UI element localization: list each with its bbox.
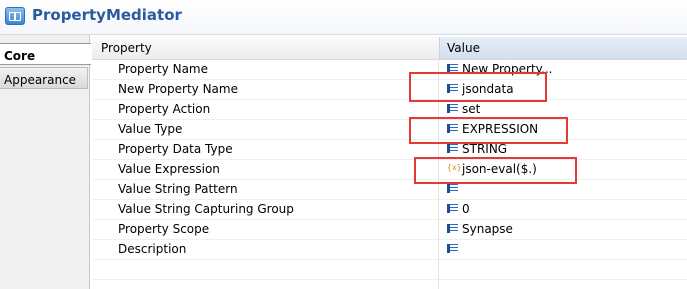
table-row[interactable]: Value Expression {x}json-eval($.) <box>92 160 687 180</box>
table-row[interactable]: Property Action set <box>92 100 687 120</box>
table-row[interactable]: Property Data Type STRING <box>92 140 687 160</box>
property-name-label: Property Data Type <box>118 142 233 156</box>
property-name-label: Value Type <box>118 122 183 136</box>
property-value-text: New Property... <box>462 62 553 76</box>
property-value-cell[interactable]: jsondata <box>447 82 514 96</box>
property-name-label: Description <box>118 242 187 256</box>
property-name-label: Value Expression <box>118 162 220 176</box>
table-row[interactable]: New Property Name jsondata <box>92 80 687 100</box>
property-value-text: jsondata <box>462 82 514 96</box>
table-header: Property Value <box>92 37 687 60</box>
property-name-label: Property Name <box>118 62 208 76</box>
property-name-label: Value String Pattern <box>118 182 238 196</box>
property-value-cell[interactable]: set <box>447 102 480 116</box>
table-row[interactable]: Value Type EXPRESSION <box>92 120 687 140</box>
window-title: PropertyMediator <box>32 6 182 24</box>
property-value-text: Synapse <box>462 222 513 236</box>
table-row[interactable]: Value String Pattern <box>92 180 687 200</box>
column-header-property[interactable]: Property <box>101 41 152 55</box>
expression-icon: {x} <box>447 162 462 172</box>
title-bar: PropertyMediator <box>0 0 687 35</box>
list-icon <box>447 104 458 113</box>
properties-table: Property Value Property Name New Propert… <box>92 37 687 289</box>
property-name-label: Value String Capturing Group <box>118 202 294 216</box>
property-value-text: EXPRESSION <box>462 122 539 136</box>
list-icon <box>447 144 458 153</box>
column-divider <box>438 58 439 289</box>
column-header-value[interactable]: Value <box>439 37 687 59</box>
property-value-cell[interactable]: {x}json-eval($.) <box>447 162 537 176</box>
table-row-empty <box>92 260 687 280</box>
property-value-text: set <box>462 102 481 116</box>
tab-sidebar: Core Appearance <box>0 35 91 289</box>
tab-core[interactable]: Core <box>0 43 91 65</box>
property-name-label: Property Action <box>118 102 211 116</box>
list-icon <box>447 184 458 193</box>
list-icon <box>447 204 458 213</box>
property-value-cell[interactable]: EXPRESSION <box>447 122 538 136</box>
table-row[interactable]: Property Scope Synapse <box>92 220 687 240</box>
property-value-text: 0 <box>462 202 470 216</box>
list-icon <box>447 224 458 233</box>
property-name-label: New Property Name <box>118 82 238 96</box>
table-row[interactable]: Description <box>92 240 687 260</box>
table-row[interactable]: Property Name New Property... <box>92 60 687 80</box>
list-icon <box>447 244 458 253</box>
property-value-cell[interactable]: 0 <box>447 202 470 216</box>
mediator-icon <box>5 7 25 25</box>
property-value-cell[interactable] <box>447 242 462 256</box>
property-value-cell[interactable]: New Property... <box>447 62 553 76</box>
property-value-cell[interactable]: Synapse <box>447 222 513 236</box>
list-icon <box>447 64 458 73</box>
property-name-label: Property Scope <box>118 222 210 236</box>
tab-appearance[interactable]: Appearance <box>0 67 88 89</box>
property-value-text: json-eval($.) <box>462 162 537 176</box>
list-icon <box>447 124 458 133</box>
list-icon <box>447 84 458 93</box>
property-value-text: STRING <box>462 142 508 156</box>
table-row[interactable]: Value String Capturing Group 0 <box>92 200 687 220</box>
property-value-cell[interactable] <box>447 182 462 196</box>
property-value-cell[interactable]: STRING <box>447 142 507 156</box>
